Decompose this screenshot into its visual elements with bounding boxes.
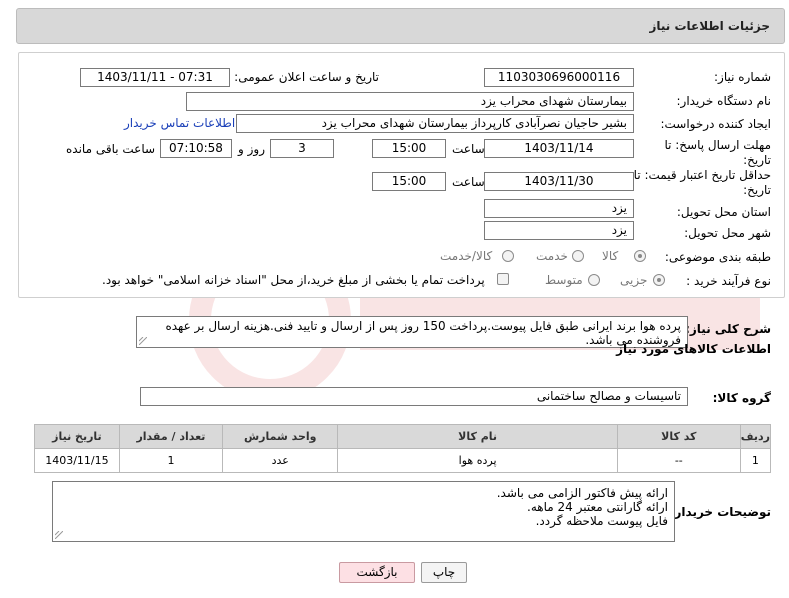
province-label: استان محل تحویل: [676, 205, 771, 219]
col-code: کد کالا [616, 424, 741, 449]
validity-time-field: 15:00 [372, 172, 446, 191]
category-label: طبقه بندی موضوعی: [664, 250, 771, 264]
col-date: تاریخ نیاز [34, 424, 120, 449]
remaining-time-field: 07:10:58 [160, 139, 232, 158]
process-minor-label: جزیی [620, 273, 648, 287]
validity-label: حداقل تاریخ اعتبار قیمت: تا تاریخ: [633, 168, 771, 197]
city-label: شهر محل تحویل: [684, 226, 771, 240]
deadline-time-label: ساعت [452, 142, 485, 156]
category-service-label: خدمت [536, 249, 568, 263]
description-text: پرده هوا برند ایرانی طبق فایل پیوست.پردا… [165, 319, 681, 347]
process-medium-label: متوسط [545, 273, 583, 287]
province-field: یزد [484, 199, 634, 218]
process-label: نوع فرآیند خرید : [686, 274, 771, 288]
goods-table: ردیف کد کالا نام کالا واحد شمارش تعداد /… [34, 424, 772, 473]
resize-grip-icon[interactable] [139, 337, 147, 345]
category-goods-label: کالا [602, 249, 619, 263]
days-field: 3 [270, 139, 334, 158]
page-title: جزئیات اطلاعات نیاز [649, 19, 770, 33]
print-button[interactable]: چاپ [421, 562, 467, 583]
need-number-label: شماره نیاز: [714, 70, 771, 84]
validity-date-field: 1403/11/30 [484, 172, 634, 191]
cell-code: -- [616, 448, 741, 473]
goods-group-label: گروه کالا: [712, 391, 771, 405]
buyer-notes-label: توضیحات خریدار: [669, 505, 771, 519]
buyer-label: نام دستگاه خریدار: [676, 94, 772, 108]
buyer-contact-link[interactable]: اطلاعات تماس خریدار [124, 116, 235, 130]
city-field: یزد [484, 221, 634, 240]
description-label: شرح کلی نیاز: [685, 322, 771, 336]
buyer-notes-line: ارائه گارانتی معتبر 24 ماهه. [527, 500, 668, 514]
days-label: روز و [238, 142, 265, 156]
announce-label: تاریخ و ساعت اعلان عمومی: [234, 70, 379, 84]
deadline-label: مهلت ارسال پاسخ: تا تاریخ: [664, 138, 771, 167]
remaining-label: ساعت باقی مانده [66, 142, 156, 156]
announce-field: 1403/11/11 - 07:31 [80, 68, 230, 87]
process-medium-radio[interactable] [588, 274, 600, 286]
category-service-radio[interactable] [572, 250, 584, 262]
buyer-notes-line: فایل پیوست ملاحظه گردد. [535, 514, 668, 528]
creator-field: بشیر حاجیان نصرآبادی کارپرداز بیمارستان … [236, 114, 634, 133]
col-unit: واحد شمارش [222, 424, 339, 449]
cell-name: پرده هوا [337, 448, 618, 473]
col-name: نام کالا [337, 424, 618, 449]
deadline-time-field: 15:00 [372, 139, 446, 158]
col-row: ردیف [739, 424, 772, 449]
cell-quantity: 1 [118, 448, 224, 473]
goods-group-field: تاسیسات و مصالح ساختمانی [140, 387, 688, 406]
goods-table-header: ردیف کد کالا نام کالا واحد شمارش تعداد /… [34, 424, 772, 449]
buyer-notes-line: ارائه پیش فاکتور الزامی می باشد. [496, 486, 668, 500]
creator-label: ایجاد کننده درخواست: [660, 117, 771, 131]
resize-grip-icon[interactable] [55, 531, 63, 539]
treasury-payment-checkbox[interactable] [497, 273, 509, 285]
cell-date: 1403/11/15 [34, 448, 120, 473]
validity-time-label: ساعت [452, 175, 485, 189]
category-goods-radio[interactable] [634, 250, 646, 262]
cell-unit: عدد [222, 448, 339, 473]
category-both-radio[interactable] [502, 250, 514, 262]
description-textarea: پرده هوا برند ایرانی طبق فایل پیوست.پردا… [136, 316, 688, 348]
need-number-field: 1103030696000116 [484, 68, 634, 87]
page-header: جزئیات اطلاعات نیاز [16, 8, 785, 44]
back-button[interactable]: بازگشت [339, 562, 415, 583]
process-minor-radio[interactable] [653, 274, 665, 286]
cell-row: 1 [739, 448, 772, 473]
buyer-field: بیمارستان شهدای محراب یزد [186, 92, 634, 111]
deadline-date-field: 1403/11/14 [484, 139, 634, 158]
category-both-label: کالا/خدمت [440, 249, 493, 263]
treasury-payment-note: پرداخت تمام یا بخشی از مبلغ خرید،از محل … [102, 273, 485, 287]
buyer-notes-textarea: ارائه پیش فاکتور الزامی می باشد. ارائه گ… [52, 481, 675, 542]
goods-section-title: اطلاعات کالاهای مورد نیاز [616, 342, 771, 356]
col-quantity: تعداد / مقدار [118, 424, 224, 449]
table-row: 1 -- پرده هوا عدد 1 1403/11/15 [34, 448, 772, 473]
